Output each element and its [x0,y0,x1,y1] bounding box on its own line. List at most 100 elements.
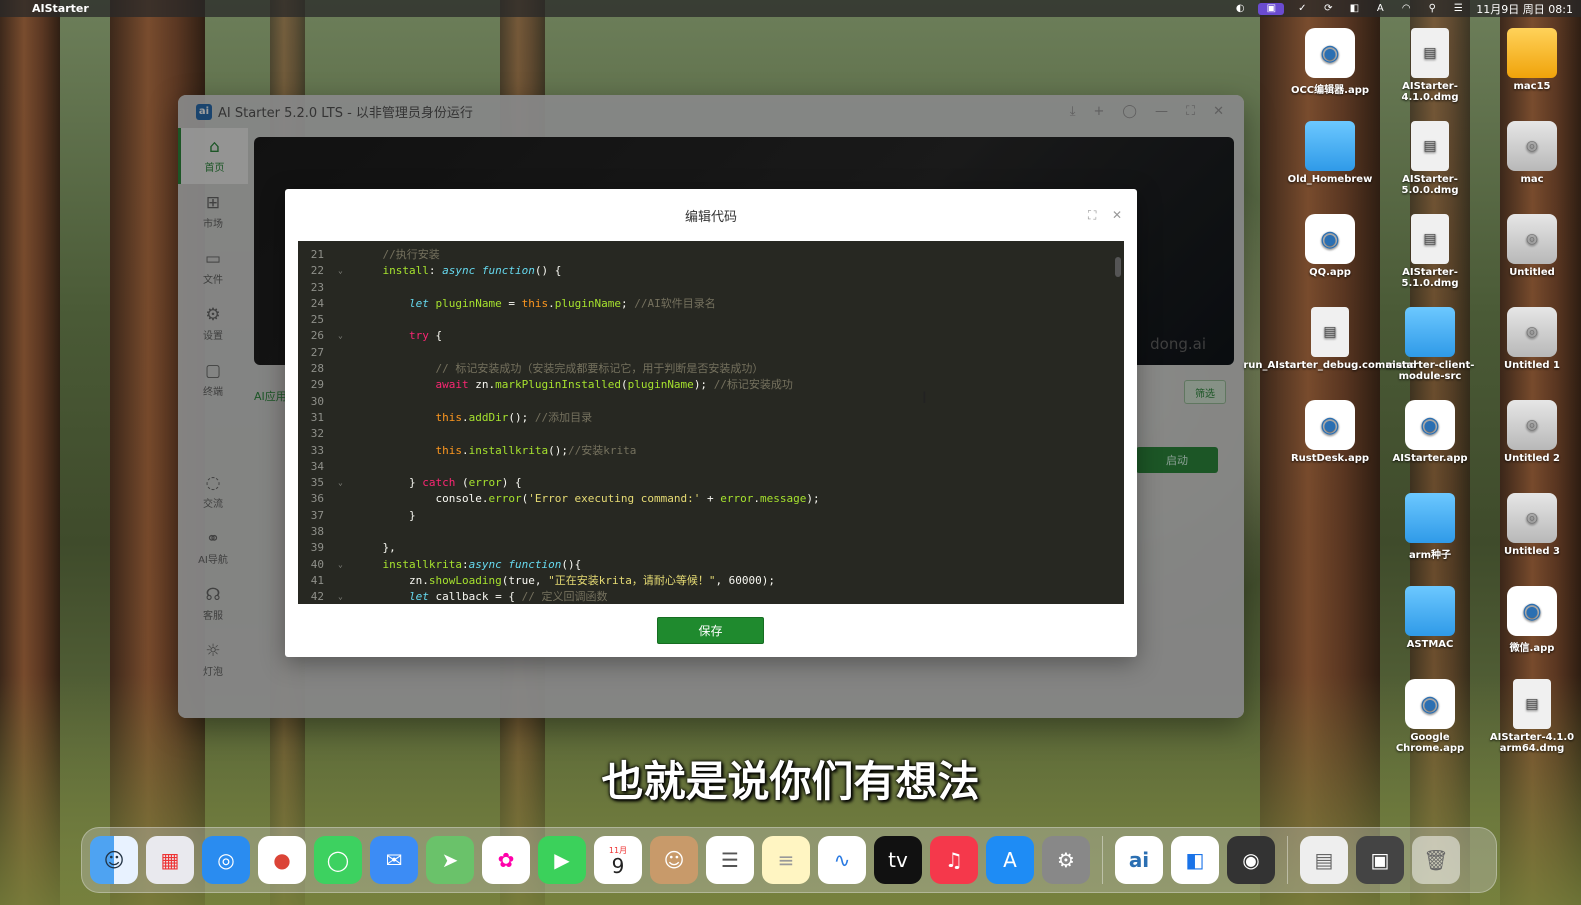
code-text: await zn.markPluginInstalled(pluginName)… [435,378,793,392]
tool-app-icon[interactable]: ◧ [1171,836,1219,884]
code-line[interactable]: 25 [298,312,1124,328]
code-line[interactable]: 42 ⌄ let callback = { // 定义回调函数 [298,589,1124,604]
menubar-app-name[interactable]: AIStarter [32,2,89,15]
desktop-icon[interactable]: arm种子 [1382,493,1478,561]
input-method-icon[interactable]: A [1372,3,1388,15]
desktop-icon[interactable]: ▤ run_AIstarter_debug.command [1243,307,1417,371]
reminders-icon[interactable]: ☰ [706,836,754,884]
screenshot-stack-icon[interactable]: ▣ [1356,836,1404,884]
desktop-icon-label: AIStarter.app [1392,453,1468,464]
code-text: install: async function() { [382,264,562,278]
desktop-icon[interactable]: ▤ AIStarter-5.1.0.dmg [1382,214,1478,289]
code-line[interactable]: 38 [298,524,1124,540]
aistarter-icon[interactable]: ai [1115,836,1163,884]
code-text: console.error('Error executing command:'… [356,492,820,506]
desktop-icon[interactable]: ◎ mac [1484,121,1580,185]
code-line[interactable]: 41 zn.showLoading(true, "正在安装krita，请耐心等候… [298,573,1124,589]
code-line[interactable]: 32 [298,426,1124,442]
maps-icon[interactable]: ➤ [426,836,474,884]
status-icon[interactable]: ✓ [1294,3,1310,15]
code-line[interactable]: 33 this.installkrita();//安装krita [298,443,1124,459]
desktop-icon[interactable]: ◉ OCC编辑器.app [1282,28,1378,96]
code-line[interactable]: 39 }, [298,540,1124,556]
code-line[interactable]: 22 ⌄ install: async function() { [298,263,1124,279]
finder-icon[interactable]: ☺ [90,836,138,884]
freeform-icon[interactable]: ∿ [818,836,866,884]
desktop-icon[interactable]: ◉ Google Chrome.app [1382,679,1478,754]
code-line[interactable]: 40 ⌄ installkrita:async function(){ [298,557,1124,573]
desktop-icon[interactable]: ◉ 微信.app [1484,586,1580,654]
code-editor[interactable]: 21 //执行安装 22 ⌄ install: async function() {… [298,241,1124,604]
code-line[interactable]: 30 [298,394,1124,410]
code-line[interactable]: 24 let pluginName = this.pluginName; //A… [298,296,1124,312]
appstore-icon[interactable]: A [986,836,1034,884]
desktop-icon[interactable]: ◎ Untitled 3 [1484,493,1580,557]
desktop-icon[interactable]: mac15 [1484,28,1580,92]
fullscreen-icon[interactable]: ⛶ [1088,208,1096,223]
music-icon[interactable]: ♫ [930,836,978,884]
file-icon: ▤ [1311,307,1349,357]
code-line[interactable]: 28 // 标记安装成功（安装完成都要标记它，用于判断是否安装成功） [298,361,1124,377]
code-line[interactable]: 36 console.error('Error executing comman… [298,491,1124,507]
status-icon[interactable]: ◧ [1346,3,1362,15]
desktop-icon[interactable]: ASTMAC [1382,586,1478,650]
code-line[interactable]: 26 ⌄ try { [298,328,1124,344]
code-text: // 标记安装成功（安装完成都要标记它，用于判断是否安装成功） [435,362,764,376]
desktop-icon[interactable]: aistarter-client-module-src [1382,307,1478,382]
safari-icon[interactable]: ◎ [202,836,250,884]
wifi-icon[interactable]: ◠ [1398,3,1414,15]
video-subtitle: 也就是说你们有想法 [601,757,980,806]
status-icon[interactable]: ◐ [1232,3,1248,15]
document-icon[interactable]: ▤ [1300,836,1348,884]
screen-record-icon[interactable]: ▣ [1258,2,1285,15]
desktop-icon[interactable]: ▤ AIStarter-4.1.0.dmg [1382,28,1478,103]
desktop-icon[interactable]: ▤ AIStarter-5.0.0.dmg [1382,121,1478,196]
desktop-icon[interactable]: ◎ Untitled 1 [1484,307,1580,371]
desktop-icon[interactable]: ◉ RustDesk.app [1282,400,1378,464]
tv-icon[interactable]: tv [874,836,922,884]
code-line[interactable]: 34 [298,459,1124,475]
editor-scrollbar[interactable] [1115,257,1121,277]
line-number: 40 [310,557,324,571]
desktop-icon-label: Untitled 2 [1503,453,1561,464]
desktop-icon[interactable]: ▤ AIStarter-4.1.0 arm64.dmg [1484,679,1580,754]
messages-icon[interactable]: ◯ [314,836,362,884]
launchpad-icon[interactable]: ▦ [146,836,194,884]
dock-separator [1287,836,1288,884]
sync-icon[interactable]: ⟳ [1320,3,1336,15]
obs-icon[interactable]: ◉ [1227,836,1275,884]
contacts-icon[interactable]: ☺ [650,836,698,884]
code-line[interactable]: 31 this.addDir(); //添加目录 [298,410,1124,426]
desktop-icon[interactable]: Old_Homebrew [1282,121,1378,185]
calendar-icon[interactable]: 11月 9 [594,836,642,884]
fold-toggle-icon[interactable]: ⌄ [338,263,348,279]
desktop-icon[interactable]: ◎ Untitled 2 [1484,400,1580,464]
chrome-icon[interactable]: ● [258,836,306,884]
search-icon[interactable]: ⚲ [1424,3,1440,15]
code-line[interactable]: 37 } [298,508,1124,524]
fold-toggle-icon[interactable]: ⌄ [338,589,348,604]
save-button[interactable]: 保存 [657,617,764,644]
settings-icon[interactable]: ⚙ [1042,836,1090,884]
notes-icon[interactable]: ≡ [762,836,810,884]
code-line[interactable]: 27 [298,345,1124,361]
photos-icon[interactable]: ✿ [482,836,530,884]
code-line[interactable]: 35 ⌄ } catch (error) { [298,475,1124,491]
line-number: 23 [310,280,324,294]
close-icon[interactable]: ✕ [1112,208,1122,222]
fold-toggle-icon[interactable]: ⌄ [338,328,348,344]
code-line[interactable]: 21 //执行安装 [298,247,1124,263]
fold-toggle-icon[interactable]: ⌄ [338,557,348,573]
menubar-datetime[interactable]: 11月9日 周日 08:1 [1476,1,1573,17]
control-center-icon[interactable]: ☰ [1450,3,1466,15]
fold-toggle-icon[interactable]: ⌄ [338,475,348,491]
desktop-icon[interactable]: ◎ Untitled [1484,214,1580,278]
mail-icon[interactable]: ✉ [370,836,418,884]
code-line[interactable]: 29 await zn.markPluginInstalled(pluginNa… [298,377,1124,393]
desktop-icon[interactable]: ◉ QQ.app [1282,214,1378,278]
trash-icon[interactable]: 🗑 [1412,836,1460,884]
desktop-icon[interactable]: ◉ AIStarter.app [1382,400,1478,464]
facetime-icon[interactable]: ▶ [538,836,586,884]
code-line[interactable]: 23 [298,280,1124,296]
